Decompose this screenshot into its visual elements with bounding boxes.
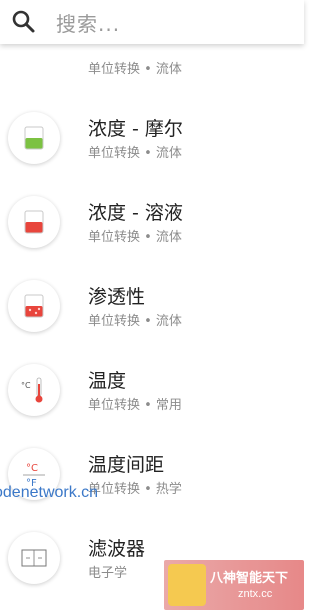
list-item-concentration-solution[interactable]: 浓度 - 溶液 单位转换 • 流体	[0, 180, 304, 264]
item-subtitle: 单位转换 • 流体	[88, 230, 182, 245]
svg-text:°C: °C	[26, 463, 38, 474]
list-item-temperature[interactable]: °C 温度 单位转换 • 常用	[0, 348, 304, 432]
item-title: 温度间距	[88, 454, 165, 476]
item-subtitle: 单位转换 • 流体	[88, 62, 182, 77]
search-icon[interactable]	[11, 9, 37, 35]
item-title: 温度	[88, 370, 127, 392]
item-title: 浓度 - 溶液	[88, 202, 183, 224]
logo-text: 八神智能天下	[210, 571, 289, 586]
list-item-permeability[interactable]: 渗透性 单位转换 • 流体	[0, 264, 304, 348]
list-item-concentration-molar[interactable]: 浓度 - 摩尔 单位转换 • 流体	[0, 96, 304, 180]
beaker-red-dots-icon	[8, 280, 60, 332]
item-subtitle: 单位转换 • 常用	[88, 398, 182, 413]
logo-mark-icon	[168, 564, 206, 606]
item-title: 浓度 - 摩尔	[88, 118, 183, 140]
filter-circuit-icon	[8, 532, 60, 584]
item-title: 渗透性	[88, 286, 146, 308]
item-title: 滤波器	[88, 538, 146, 560]
item-subtitle: 单位转换 • 流体	[88, 314, 182, 329]
list-item-temperature-interval[interactable]: °C °F 温度间距 单位转换 • 热学	[0, 432, 304, 516]
svg-text:°C: °C	[21, 381, 31, 390]
item-subtitle: 单位转换 • 热学	[88, 482, 182, 497]
beaker-red-icon	[8, 196, 60, 248]
logo-url: zntx.cc	[238, 588, 273, 600]
item-subtitle: 单位转换 • 流体	[88, 146, 182, 161]
conversion-list: 单位转换 • 流体 浓度 - 摩尔 单位转换 • 流体 浓度 - 溶液 单位转换…	[0, 0, 304, 610]
watermark-text: odenetwork.cn	[0, 484, 99, 501]
beaker-green-icon	[8, 112, 60, 164]
watermark-logo: 八神智能天下 zntx.cc	[164, 560, 304, 610]
thermometer-icon: °C	[8, 364, 60, 416]
item-subtitle: 电子学	[88, 566, 128, 581]
search-bar[interactable]: 搜索...	[0, 0, 304, 44]
search-input[interactable]: 搜索...	[56, 8, 120, 37]
